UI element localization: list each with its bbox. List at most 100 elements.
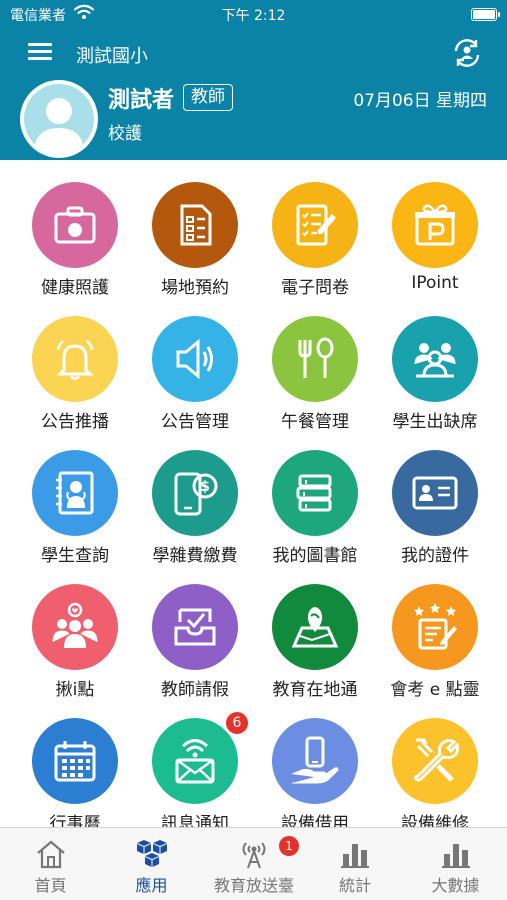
svg-text:$: $ (200, 479, 210, 495)
tab-statistics[interactable]: 統計 (306, 828, 404, 900)
app-icon-circle (272, 182, 358, 268)
fork-spoon-icon (298, 337, 334, 378)
app-student-lookup[interactable]: 學生查詢 (15, 428, 135, 566)
app-icon-circle (152, 182, 238, 268)
app-label: 設備借用 (281, 814, 349, 827)
cubes-icon (137, 840, 167, 867)
app-gather-points[interactable]: 揪i點 (15, 562, 135, 700)
user-name: 測試者 (108, 88, 175, 113)
students-icon (414, 343, 456, 378)
app-teacher-leave[interactable]: 教師請假 (135, 562, 255, 700)
app-label: 訊息通知 (161, 814, 229, 827)
current-date: 07月06日 星期四 (353, 91, 487, 111)
app-calendar[interactable]: 行事曆 (15, 696, 135, 827)
school-name: 測試國小 (76, 46, 148, 67)
tab-home[interactable]: 首頁 (0, 828, 101, 900)
tab-label: 應用 (135, 876, 168, 895)
big-data-icon (442, 844, 470, 868)
tab-education-broadcast[interactable]: 1 教育放送臺 (202, 828, 306, 900)
person-icon (34, 98, 84, 154)
app-icon-circle (32, 584, 118, 670)
app-icon-circle (392, 584, 478, 670)
app-icon-circle (152, 316, 238, 402)
app-icon-circle (32, 450, 118, 536)
clock: 下午 2:12 (221, 8, 286, 24)
phone-hand-icon (291, 736, 339, 784)
calendar-icon (54, 741, 96, 782)
app-local-education[interactable]: 教育在地通 (255, 562, 375, 700)
app-lunch-management[interactable]: 午餐管理 (255, 294, 375, 432)
app-grid: 健康照護 場地預約 電子問卷 IPoint 公告推播 公告管理 午餐管理 學生出… (0, 160, 507, 827)
app-student-attendance[interactable]: 學生出缺席 (375, 294, 495, 432)
mail-wifi-icon (175, 739, 215, 784)
app-equipment-loan[interactable]: 設備借用 (255, 696, 375, 827)
app-exam-e-point[interactable]: 會考 e 點靈 (375, 562, 495, 700)
app-icon-circle (272, 584, 358, 670)
phone-payment-icon: $ (174, 472, 218, 516)
app-icon-circle (392, 718, 478, 804)
gift-p-icon (415, 204, 455, 246)
app-icon-circle (392, 450, 478, 536)
group-heart-icon (52, 602, 98, 648)
app-notifications[interactable]: 6 訊息通知 (135, 696, 255, 827)
app-tuition-payment[interactable]: $ 學雜費繳費 (135, 428, 255, 566)
app-announcement-management[interactable]: 公告管理 (135, 294, 255, 432)
app-my-id[interactable]: 我的證件 (375, 428, 495, 566)
app-health-care[interactable]: 健康照護 (15, 160, 135, 298)
app-ipoint[interactable]: IPoint (375, 160, 495, 294)
nav-bar: 測試國小 (0, 30, 507, 76)
bottom-tab-bar: 首頁 應用 1 教育放送臺 統計 大數據 (0, 827, 507, 900)
map-pin-icon (291, 607, 339, 648)
app-equipment-repair[interactable]: 設備維修 (375, 696, 495, 827)
app-icon-circle (392, 182, 478, 268)
switch-user-icon (454, 39, 480, 67)
checklist-icon (180, 204, 212, 246)
bell-icon (56, 340, 94, 380)
app-icon-circle: $ (152, 450, 238, 536)
speaker-icon (176, 338, 213, 380)
menu-icon (28, 43, 52, 46)
battery-icon (471, 8, 500, 21)
app-icon-circle (32, 316, 118, 402)
student-book-icon (56, 471, 94, 515)
app-icon-circle (392, 316, 478, 402)
app-my-library[interactable]: 我的圖書館 (255, 428, 375, 566)
antenna-icon (242, 842, 266, 869)
avatar[interactable] (20, 80, 98, 158)
tab-big-data[interactable]: 大數據 (404, 828, 507, 900)
status-bar: 電信業者 下午 2:12 (0, 0, 507, 30)
survey-icon (296, 204, 336, 246)
inbox-check-icon (174, 608, 216, 646)
app-label: 行事曆 (49, 814, 101, 827)
home-icon (37, 840, 65, 869)
app-e-survey[interactable]: 電子問卷 (255, 160, 375, 298)
app-announcement-push[interactable]: 公告推播 (15, 294, 135, 432)
exam-stars-icon (414, 603, 457, 650)
app-icon-circle (152, 718, 238, 804)
role-badge: 教師 (183, 84, 233, 111)
app-icon-circle (272, 718, 358, 804)
app-label: 設備維修 (401, 814, 469, 827)
app-venue-booking[interactable]: 場地預約 (135, 160, 255, 298)
user-role: 校護 (108, 124, 142, 144)
tab-label: 統計 (338, 876, 371, 895)
profile-header: 測試者 教師 07月06日 星期四 校護 (0, 76, 507, 160)
bar-chart-icon (341, 844, 369, 868)
app-icon-circle (32, 718, 118, 804)
tools-icon (413, 738, 460, 782)
app-icon-circle (152, 584, 238, 670)
tab-label: 教育放送臺 (213, 876, 294, 895)
app-icon-circle (272, 450, 358, 536)
id-card-icon (412, 476, 458, 510)
tab-apps[interactable]: 應用 (101, 828, 202, 900)
notification-badge: 6 (226, 712, 248, 734)
app-label: IPoint (411, 273, 459, 293)
tab-label: 首頁 (34, 876, 67, 895)
menu-button[interactable] (28, 43, 52, 61)
broadcast-badge: 1 (279, 836, 299, 856)
app-icon-circle (32, 182, 118, 268)
switch-account-button[interactable] (451, 37, 483, 69)
books-icon (296, 474, 332, 512)
app-icon-circle (272, 316, 358, 402)
medical-kit-icon (54, 206, 96, 244)
